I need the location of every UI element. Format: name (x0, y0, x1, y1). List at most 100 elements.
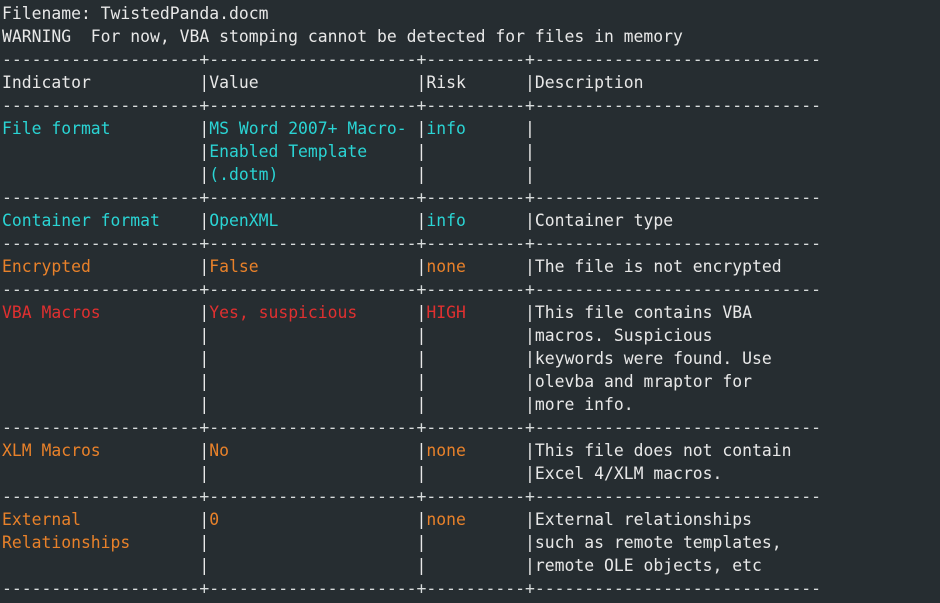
table-separator: --------------------+-------------------… (2, 186, 940, 209)
cell-indicator-cont (2, 326, 199, 345)
cell-risk: info (426, 211, 526, 230)
cell-risk-cont (426, 142, 525, 161)
cell-value-cont (209, 533, 416, 552)
cell-divider: | (525, 464, 535, 483)
cell-risk: HIGH (426, 303, 526, 322)
cell-divider: | (525, 257, 535, 276)
cell-divider: | (525, 349, 535, 368)
cell-divider: | (416, 142, 427, 161)
cell-divider: | (525, 372, 535, 391)
cell-risk: info (426, 119, 526, 138)
table-row: Encrypted |False |none |The file is not … (2, 255, 940, 278)
cell-indicator-cont (2, 349, 199, 368)
cell-value-cont: (.dotm) (209, 165, 417, 184)
table-separator: --------------------+-------------------… (2, 94, 940, 117)
cell-divider: | (416, 326, 427, 345)
table-separator: --------------------+-------------------… (2, 48, 940, 71)
cell-indicator-cont (2, 395, 199, 414)
cell-divider: | (525, 142, 535, 161)
table-separator: --------------------+-------------------… (2, 416, 940, 439)
cell-divider: | (525, 395, 535, 414)
warning-line: WARNING For now, VBA stomping cannot be … (2, 25, 940, 48)
cell-divider: | (199, 303, 210, 322)
cell-risk-cont (426, 349, 525, 368)
cell-divider: | (199, 119, 210, 138)
cell-description-cont: remote OLE objects, etc (534, 556, 762, 575)
filename-line: Filename: TwistedPanda.docm (2, 2, 940, 25)
cell-risk-cont (426, 556, 525, 575)
cell-description-cont: macros. Suspicious (534, 326, 713, 345)
cell-indicator-cont (2, 372, 199, 391)
table-row: External |0 |none |External relationship… (2, 508, 940, 531)
cell-divider: | (416, 372, 427, 391)
cell-divider: | (199, 142, 210, 161)
terminal-output[interactable]: Filename: TwistedPanda.docm WARNING For n… (0, 0, 940, 603)
cell-divider: | (199, 349, 210, 368)
cell-value: Yes, suspicious (209, 303, 417, 322)
cell-description: This file does not contain (534, 441, 792, 460)
cell-value: MS Word 2007+ Macro- (209, 119, 417, 138)
cell-divider: | (525, 119, 535, 138)
table-separator: --------------------+-------------------… (2, 278, 940, 301)
cell-divider: | (525, 211, 535, 230)
table-row: |(.dotm) | | (2, 163, 940, 186)
cell-risk-cont (426, 533, 525, 552)
cell-value: OpenXML (209, 211, 417, 230)
cell-divider: | (199, 257, 210, 276)
cell-divider: | (199, 556, 210, 575)
cell-indicator: Container format (2, 211, 200, 230)
cell-divider: | (416, 395, 427, 414)
cell-indicator-cont (2, 464, 199, 483)
cell-description: Container type (534, 211, 674, 230)
column-header-indicator: Indicator (2, 73, 200, 92)
column-header-description: |Description (525, 73, 644, 92)
table-separator: --------------------+-------------------… (2, 232, 940, 255)
cell-divider: | (416, 510, 427, 529)
cell-divider: | (416, 165, 427, 184)
cell-divider: | (199, 533, 210, 552)
separator-rule: --------------------+-------------------… (2, 280, 822, 299)
cell-risk: none (426, 510, 526, 529)
cell-description-cont: olevba and mraptor for (534, 372, 753, 391)
cell-divider: | (525, 165, 535, 184)
cell-divider: | (199, 395, 210, 414)
cell-divider: | (199, 165, 210, 184)
cell-value-cont (209, 556, 416, 575)
table-header-row: Indicator |Value |Risk |Description (2, 71, 940, 94)
table-row: XLM Macros |No |none |This file does not… (2, 439, 940, 462)
separator-rule: --------------------+-------------------… (2, 487, 822, 506)
cell-description: This file contains VBA (534, 303, 753, 322)
filename-text: Filename: TwistedPanda.docm (2, 4, 269, 23)
cell-divider: | (525, 326, 535, 345)
cell-description-cont: more info. (534, 395, 634, 414)
cell-indicator: External (2, 510, 200, 529)
table-row: |Enabled Template | | (2, 140, 940, 163)
cell-value: False (209, 257, 417, 276)
cell-value: 0 (209, 510, 417, 529)
separator-rule: --------------------+-------------------… (2, 418, 822, 437)
cell-value-cont: Enabled Template (209, 142, 417, 161)
cell-divider: | (199, 441, 210, 460)
cell-divider: | (199, 211, 210, 230)
cell-divider: | (416, 533, 427, 552)
table-row: | | |olevba and mraptor for (2, 370, 940, 393)
cell-divider: | (199, 372, 210, 391)
cell-description-cont: Excel 4/XLM macros. (534, 464, 723, 483)
cell-divider: | (199, 510, 210, 529)
separator-rule: --------------------+-------------------… (2, 579, 822, 598)
column-header-value: |Value (199, 73, 417, 92)
table-row: | | |keywords were found. Use (2, 347, 940, 370)
cell-divider: | (416, 257, 427, 276)
table-row: | | |more info. (2, 393, 940, 416)
cell-divider: | (525, 533, 535, 552)
cell-divider: | (199, 326, 210, 345)
table-row: | | |Excel 4/XLM macros. (2, 462, 940, 485)
cell-indicator-cont (2, 142, 199, 161)
cell-description: The file is not encrypted (534, 257, 782, 276)
cell-divider: | (525, 441, 535, 460)
cell-divider: | (416, 119, 427, 138)
cell-risk-cont (426, 165, 525, 184)
cell-risk-cont (426, 372, 525, 391)
cell-indicator-cont (2, 165, 199, 184)
cell-divider: | (525, 510, 535, 529)
